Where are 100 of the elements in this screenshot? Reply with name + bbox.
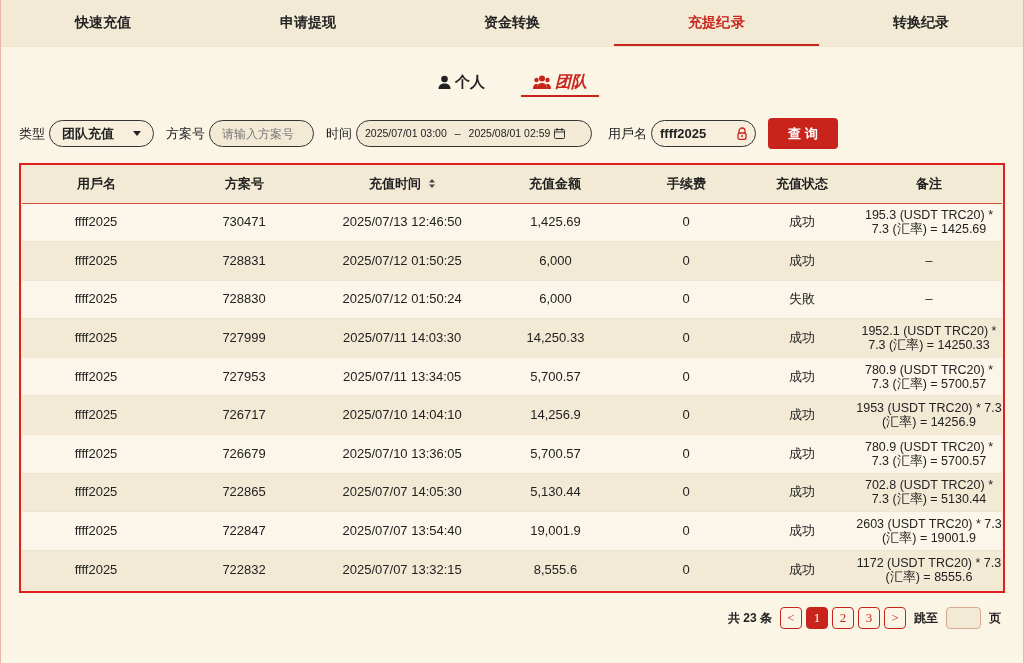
- table-cell: 2025/07/13 12:46:50: [342, 214, 462, 230]
- table-cell: 726679: [222, 445, 266, 461]
- tab[interactable]: 申请提现: [205, 0, 410, 46]
- table-cell: 2603 (USDT TRC20) * 7.3 (汇率) = 19001.9: [855, 517, 1002, 546]
- table-cell: 6,000: [539, 252, 572, 268]
- type-label: 类型: [19, 124, 45, 143]
- table-cell: 2025/07/10 13:36:05: [342, 445, 462, 461]
- table-cell: ffff2025: [74, 445, 118, 461]
- table-cell: 2025/07/10 14:04:10: [342, 407, 462, 423]
- table-cell: 2025/07/11 14:03:30: [343, 330, 462, 346]
- total-count: 共 23 条: [728, 610, 772, 627]
- table-cell: ffff2025: [74, 523, 118, 539]
- username-label: 用戶名: [608, 124, 647, 143]
- table-cell-text: –: [924, 253, 934, 268]
- table-cell: 722847: [222, 523, 266, 539]
- table-cell: 成功: [788, 407, 815, 423]
- column-header: 充值状态: [775, 175, 828, 193]
- table-cell: 5,130.44: [530, 484, 581, 500]
- table-cell: ffff2025: [74, 252, 118, 268]
- type-dropdown[interactable]: 团队充值: [49, 120, 154, 147]
- time-label: 时间: [326, 124, 352, 143]
- table-cell: ffff2025: [74, 368, 118, 384]
- table-cell: 失敗: [788, 291, 815, 307]
- table-cell: 19,001.9: [530, 523, 581, 539]
- table-cell: 成功: [788, 330, 815, 346]
- table-cell: 722832: [222, 561, 266, 577]
- table-cell: 0: [682, 330, 690, 346]
- next-page-button[interactable]: >: [884, 607, 906, 629]
- table-cell: 727999: [222, 330, 266, 346]
- table-cell-text: 780.9 (USDT TRC20) * 7.3 (汇率) = 5700.57: [863, 439, 994, 468]
- table-cell: 5,700.57: [530, 445, 581, 461]
- table-cell: 0: [682, 252, 690, 268]
- table-cell: 2025/07/12 01:50:24: [342, 291, 462, 307]
- table-cell: 2025/07/07 13:54:40: [342, 523, 462, 539]
- table-cell: 0: [682, 291, 690, 307]
- table-cell: 728831: [222, 252, 266, 268]
- column-header: 用戶名: [76, 175, 116, 193]
- tab[interactable]: 快速充值: [1, 0, 206, 46]
- table-cell: 14,256.9: [530, 407, 581, 423]
- page-button[interactable]: 3: [858, 607, 880, 629]
- scope-tab[interactable]: 团队: [520, 73, 599, 97]
- table-cell: 1,425.69: [530, 214, 581, 230]
- table-cell: 6,000: [539, 291, 572, 307]
- goto-label: 跳至: [914, 610, 938, 627]
- table-cell: 成功: [788, 368, 815, 384]
- table-cell: 0: [682, 484, 690, 500]
- table-cell: 727953: [222, 368, 266, 384]
- table-cell: 成功: [788, 214, 815, 230]
- scope-tab[interactable]: 个人: [425, 73, 497, 97]
- table-cell: 0: [682, 445, 690, 461]
- table-cell: 0: [682, 561, 690, 577]
- column-header: 充值金额: [529, 175, 582, 193]
- table-cell: 0: [682, 523, 690, 539]
- table-cell-text: 702.8 (USDT TRC20) * 7.3 (汇率) = 5130.44: [863, 478, 994, 507]
- table-cell: 0: [682, 368, 690, 384]
- table-cell: ffff2025: [74, 291, 118, 307]
- tab[interactable]: 充提纪录: [614, 0, 819, 46]
- page-suffix: 页: [989, 610, 1001, 627]
- date-range-field[interactable]: 2025/07/01 03:00 – 2025/08/01 02:59: [356, 120, 592, 147]
- table-cell: 14,250.33: [526, 330, 585, 346]
- query-button[interactable]: 查 询: [768, 118, 838, 149]
- table-cell: 726717: [222, 407, 266, 423]
- table-cell: 成功: [788, 445, 815, 461]
- previous-page-button[interactable]: <: [780, 607, 802, 629]
- table-cell: 728830: [222, 291, 266, 307]
- table-cell: ffff2025: [74, 407, 118, 423]
- tab[interactable]: 资金转换: [409, 0, 615, 46]
- page-button[interactable]: 2: [832, 607, 854, 629]
- table-cell: 2025/07/12 01:50:25: [342, 252, 462, 268]
- page-button[interactable]: 1: [806, 607, 828, 629]
- column-header: 手续费: [666, 175, 706, 193]
- table-cell-text: –: [924, 292, 934, 307]
- table-cell: 8,555.6: [533, 561, 578, 577]
- table-cell: ffff2025: [74, 214, 118, 230]
- table-cell-text: 195.3 (USDT TRC20) * 7.3 (汇率) = 1425.69: [863, 208, 994, 237]
- table-cell: ffff2025: [74, 484, 118, 500]
- table-cell: 成功: [788, 561, 815, 577]
- table-cell-text: 1952.1 (USDT TRC20) * 7.3 (汇率) = 14250.33: [860, 324, 998, 353]
- table-cell: ffff2025: [74, 561, 118, 577]
- tab[interactable]: 转换纪录: [818, 0, 1024, 46]
- table-cell: 5,700.57: [530, 368, 581, 384]
- table-cell: 1172 (USDT TRC20) * 7.3 (汇率) = 8555.6: [855, 555, 1002, 584]
- column-header: 方案号: [224, 175, 264, 193]
- table-cell: 0: [682, 407, 690, 423]
- table-cell: 722865: [222, 484, 266, 500]
- table-cell: 成功: [788, 484, 815, 500]
- table-cell: 2025/07/07 13:32:15: [342, 561, 462, 577]
- table-cell: 2025/07/07 14:05:30: [342, 484, 462, 500]
- plan-number-field[interactable]: 请输入方案号: [209, 120, 314, 147]
- column-header[interactable]: 充值时间: [369, 174, 436, 194]
- table-cell: 2025/07/11 13:34:05: [343, 368, 462, 384]
- column-header: 备注: [915, 175, 942, 193]
- table-cell: 0: [682, 214, 690, 230]
- table-cell: ffff2025: [74, 330, 118, 346]
- table-cell-text: 780.9 (USDT TRC20) * 7.3 (汇率) = 5700.57: [863, 362, 994, 391]
- table-cell: 成功: [788, 252, 815, 268]
- table-cell: 730471: [222, 214, 266, 230]
- table-cell: 1953 (USDT TRC20) * 7.3 (汇率) = 14256.9: [855, 401, 1002, 430]
- username-field[interactable]: ffff2025: [651, 120, 756, 147]
- table-cell: 成功: [788, 523, 815, 539]
